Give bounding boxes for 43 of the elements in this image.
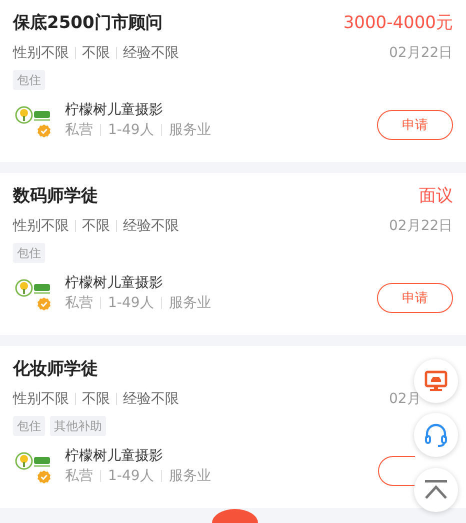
company-fact: 1-49人 bbox=[108, 121, 154, 140]
benefit-tag: 包住 bbox=[13, 416, 45, 436]
apply-button[interactable] bbox=[378, 456, 415, 486]
requirement: 性别不限 bbox=[13, 44, 69, 62]
company-fact: 服务业 bbox=[168, 467, 211, 486]
company-fact: 1-49人 bbox=[108, 294, 154, 313]
apply-button[interactable]: 申请 bbox=[377, 110, 453, 140]
requirement: 不限 bbox=[82, 217, 110, 235]
company-name: 柠檬树儿童摄影 bbox=[65, 101, 164, 120]
headset-icon bbox=[423, 422, 449, 448]
benefit-tag: 其他补助 bbox=[50, 416, 106, 436]
company-fact: 私营 bbox=[65, 121, 93, 140]
benefit-tag: 包住 bbox=[13, 243, 45, 263]
job-title: 数码师学徒 bbox=[13, 185, 98, 208]
requirement: 经验不限 bbox=[123, 390, 179, 408]
requirement: 不限 bbox=[82, 44, 110, 62]
floating-action-button[interactable] bbox=[212, 509, 258, 523]
job-title: 保底2500门市顾问 bbox=[13, 12, 162, 35]
post-date: 02月 bbox=[389, 390, 422, 408]
post-date: 02月22日 bbox=[389, 217, 453, 235]
company-fact: 服务业 bbox=[168, 121, 211, 140]
salary: 3000-4000元 bbox=[343, 12, 453, 35]
company-logo bbox=[15, 104, 51, 126]
company-fact: 1-49人 bbox=[108, 467, 154, 486]
company-logo bbox=[15, 277, 51, 299]
requirement: 经验不限 bbox=[123, 217, 179, 235]
benefit-tag: 包住 bbox=[13, 70, 45, 90]
post-date: 02月22日 bbox=[389, 44, 453, 62]
job-title: 化妆师学徒 bbox=[13, 358, 98, 381]
requirement: 性别不限 bbox=[13, 390, 69, 408]
back-to-top-icon bbox=[423, 479, 449, 501]
company-fact: 私营 bbox=[65, 294, 93, 313]
requirement: 经验不限 bbox=[123, 44, 179, 62]
company-logo bbox=[15, 450, 51, 472]
company-name: 柠檬树儿童摄影 bbox=[65, 447, 164, 466]
salary: 面议 bbox=[419, 185, 453, 208]
apply-button[interactable]: 申请 bbox=[377, 283, 453, 313]
company-fact: 服务业 bbox=[168, 294, 211, 313]
company-fact: 私营 bbox=[65, 467, 93, 486]
monitor-icon bbox=[424, 369, 448, 393]
company-name: 柠檬树儿童摄影 bbox=[65, 274, 164, 293]
requirement: 不限 bbox=[82, 390, 110, 408]
requirement: 性别不限 bbox=[13, 217, 69, 235]
